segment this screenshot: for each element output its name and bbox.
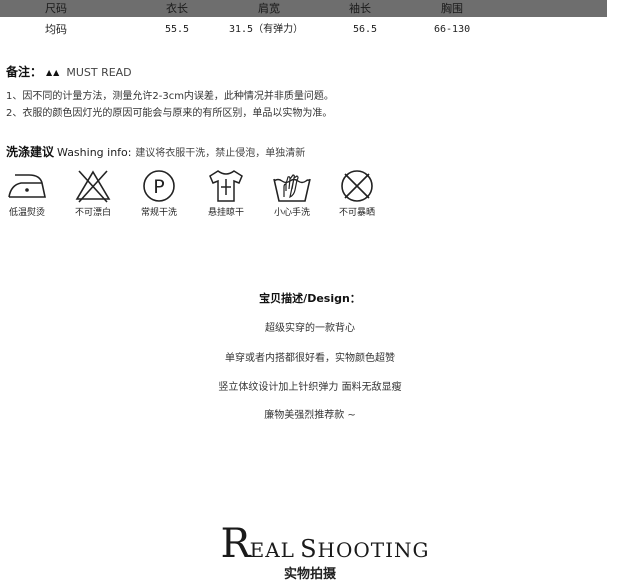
wash-item-no-bleach: 不可漂白: [58, 167, 128, 219]
note-line-1: 1、因不同的计量方法，测量允许2-3cm内误差，此种情况并非质量问题。: [6, 91, 334, 102]
no-bleach-icon: [75, 170, 111, 203]
low-temp-iron-icon: [8, 174, 46, 198]
wash-item-no-sun: 不可暴晒: [322, 167, 392, 219]
cell-length: 55.5: [165, 24, 190, 35]
header-shoulder: 肩宽: [258, 2, 280, 15]
cell-shoulder: 31.5（有弹力）: [229, 24, 304, 35]
wash-label: 悬挂晾干: [207, 208, 244, 218]
svg-text:P: P: [153, 176, 164, 198]
size-table-header: 尺码 衣长 肩宽 袖长 胸围: [0, 0, 607, 17]
hand-wash-icon: [273, 174, 311, 202]
wash-label: 不可暴晒: [338, 208, 375, 218]
wash-label: 低温熨烫: [8, 208, 45, 218]
washing-title: 洗涤建议 Washing info: 建议将衣服干洗，禁止侵泡，单独清新: [6, 144, 305, 162]
wash-label: 不可漂白: [74, 208, 111, 218]
header-sleeve: 袖长: [349, 2, 371, 15]
design-line-4: 廉物美强烈推荐款 ~: [264, 410, 356, 421]
header-size: 尺码: [45, 2, 67, 15]
must-read-label: MUST READ: [66, 66, 132, 79]
notes-label: 备注：: [6, 65, 43, 79]
washing-label-en: Washing info:: [57, 146, 132, 159]
triangle-icon: ▲▲: [46, 68, 61, 77]
notes-title: 备注： ▲▲ MUST READ: [6, 64, 132, 81]
wash-label: 常规干洗: [140, 208, 177, 218]
design-line-2: 单穿或者内搭都很好看，实物颜色超赞: [225, 353, 395, 364]
cell-sleeve: 56.5: [353, 24, 378, 35]
design-line-3: 竖立体纹设计加上针织弹力 面料无敌显瘦: [218, 382, 402, 393]
dry-clean-p-icon: P: [143, 170, 175, 202]
real-shooting-subtitle: 实物拍摄: [283, 567, 336, 582]
cell-chest: 66-130: [434, 24, 471, 35]
washing-label: 洗涤建议: [6, 145, 55, 159]
size-table-row: 均码 55.5 31.5（有弹力） 56.5 66-130: [0, 21, 607, 38]
wash-label: 小心手洗: [273, 208, 310, 218]
header-chest: 胸围: [441, 2, 463, 15]
design-line-1: 超级实穿的一款背心: [265, 323, 355, 334]
design-title: 宝贝描述/Design：: [259, 292, 361, 305]
wash-item-low-temp-iron: 低温熨烫: [0, 167, 62, 219]
wash-item-dry-clean: P 常规干洗: [124, 167, 194, 219]
no-tumble-dry-icon: [341, 170, 373, 202]
wash-item-hang-dry: 悬挂晾干: [191, 167, 261, 219]
header-length: 衣长: [166, 2, 188, 15]
cell-size: 均码: [45, 23, 67, 36]
wash-item-hand-wash: 小心手洗: [257, 167, 327, 219]
washing-text: 建议将衣服干洗，禁止侵泡，单独清新: [135, 148, 306, 159]
hang-dry-icon: [209, 170, 243, 202]
note-line-2: 2、衣服的颜色因灯光的原因可能会与原来的有所区别，单品以实物为准。: [6, 108, 333, 119]
